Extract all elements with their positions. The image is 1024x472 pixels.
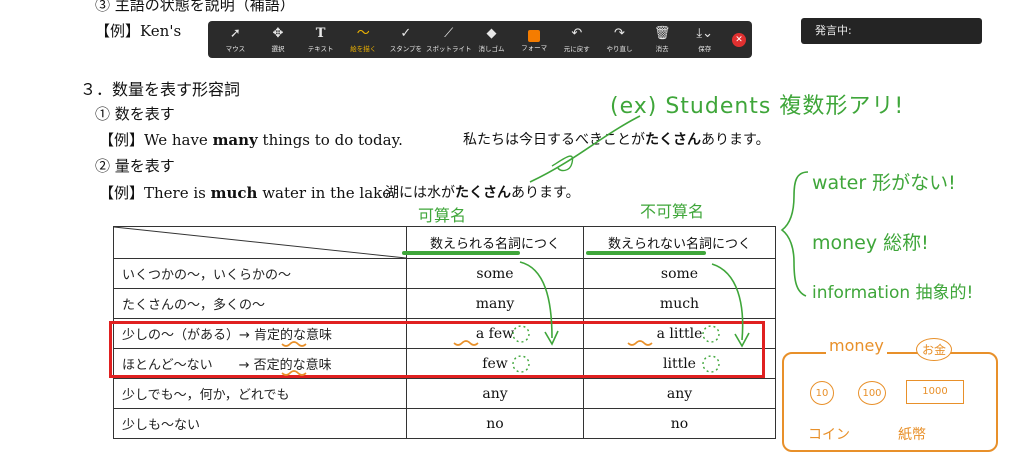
orange-squiggle xyxy=(453,340,479,346)
toolbar-label: フォーマ xyxy=(521,43,548,52)
dotted-circle xyxy=(702,325,720,343)
eraser-icon: ◆ xyxy=(486,25,497,41)
toolbar-label: スポットライト xyxy=(425,44,472,53)
toolbar-label: スタンプを xyxy=(389,44,423,53)
wand-icon: ⟋ xyxy=(444,25,454,41)
bill-1000: 1000 xyxy=(906,380,964,404)
speaking-indicator: 発言中: xyxy=(801,18,982,44)
money-note: money 総称! xyxy=(812,232,929,254)
uncountable-note: 不可算名 xyxy=(640,202,705,221)
dotted-circle xyxy=(512,355,530,373)
toolbar-label: 元に戻す xyxy=(563,44,590,53)
toolbar-eraser-button[interactable]: ◆ 消しゴム xyxy=(470,23,513,56)
information-note: information 抽象的! xyxy=(812,283,974,303)
toolbar-stamp-button[interactable]: ✓ スタンプを xyxy=(385,23,428,56)
toolbar-label: やり直し xyxy=(606,44,633,53)
draw-icon: 〜 xyxy=(356,25,370,41)
cursor-icon: ➚ xyxy=(229,25,241,41)
coin-10: 10 xyxy=(810,381,834,405)
toolbar-label: マウス xyxy=(225,44,246,53)
countable-note: 可算名 xyxy=(418,206,467,225)
toolbar-label: 消しゴム xyxy=(478,44,505,53)
toolbar-undo-button[interactable]: ↶ 元に戻す xyxy=(555,23,598,56)
note-arrow xyxy=(529,115,641,183)
toolbar-format-button[interactable]: フォーマ xyxy=(513,23,556,56)
water-note: water 形がない! xyxy=(812,172,956,194)
close-icon[interactable]: ✕ xyxy=(732,32,746,47)
check-icon: ✓ xyxy=(400,25,412,41)
toolbar-redo-button[interactable]: ↷ やり直し xyxy=(598,23,641,56)
orange-squiggle xyxy=(627,340,653,346)
orange-squiggle xyxy=(281,341,307,347)
orange-squiggle xyxy=(281,370,307,376)
move-icon: ✥ xyxy=(272,25,284,41)
ex-students-note: (ex) Students 複数形アリ! xyxy=(610,94,905,119)
money-box-ja: お金 xyxy=(916,338,953,361)
coin-label: コイン xyxy=(808,427,850,443)
dotted-circle xyxy=(512,325,530,343)
text-icon: T xyxy=(315,25,326,41)
trash-icon: 🗑 xyxy=(653,25,671,41)
coin-100: 100 xyxy=(858,381,886,405)
toolbar-spotlight-button[interactable]: ⟋ スポットライト xyxy=(425,23,472,56)
undo-icon: ↶ xyxy=(571,25,583,41)
toolbar-draw-button[interactable]: 〜 絵を描く xyxy=(342,23,385,56)
annotation-toolbar: ➚ マウス ✥ 選択 T テキスト 〜 絵を描く ✓ スタンプを ⟋ スポットラ… xyxy=(208,21,752,58)
toolbar-text-button[interactable]: T テキスト xyxy=(299,23,342,56)
toolbar-label: 選択 xyxy=(271,44,285,53)
table-arrow xyxy=(711,263,744,341)
toolbar-select-button[interactable]: ✥ 選択 xyxy=(257,23,300,56)
toolbar-mouse-button[interactable]: ➚ マウス xyxy=(214,23,257,56)
bill-label: 紙幣 xyxy=(898,427,926,443)
toolbar-label: 保存 xyxy=(698,44,712,53)
toolbar-label: 消去 xyxy=(655,44,669,53)
toolbar-save-button[interactable]: ⤓⌄ 保存 xyxy=(683,23,726,56)
save-icon: ⤓⌄ xyxy=(696,25,714,41)
toolbar-label: テキスト xyxy=(307,44,334,53)
curly-brace xyxy=(780,171,809,297)
redo-icon: ↷ xyxy=(613,25,625,41)
format-swatch-icon xyxy=(528,29,541,42)
toolbar-label: 絵を描く xyxy=(350,44,377,53)
toolbar-clear-button[interactable]: 🗑 消去 xyxy=(641,23,684,56)
money-box-title: money xyxy=(826,336,887,355)
dotted-circle xyxy=(702,355,720,373)
